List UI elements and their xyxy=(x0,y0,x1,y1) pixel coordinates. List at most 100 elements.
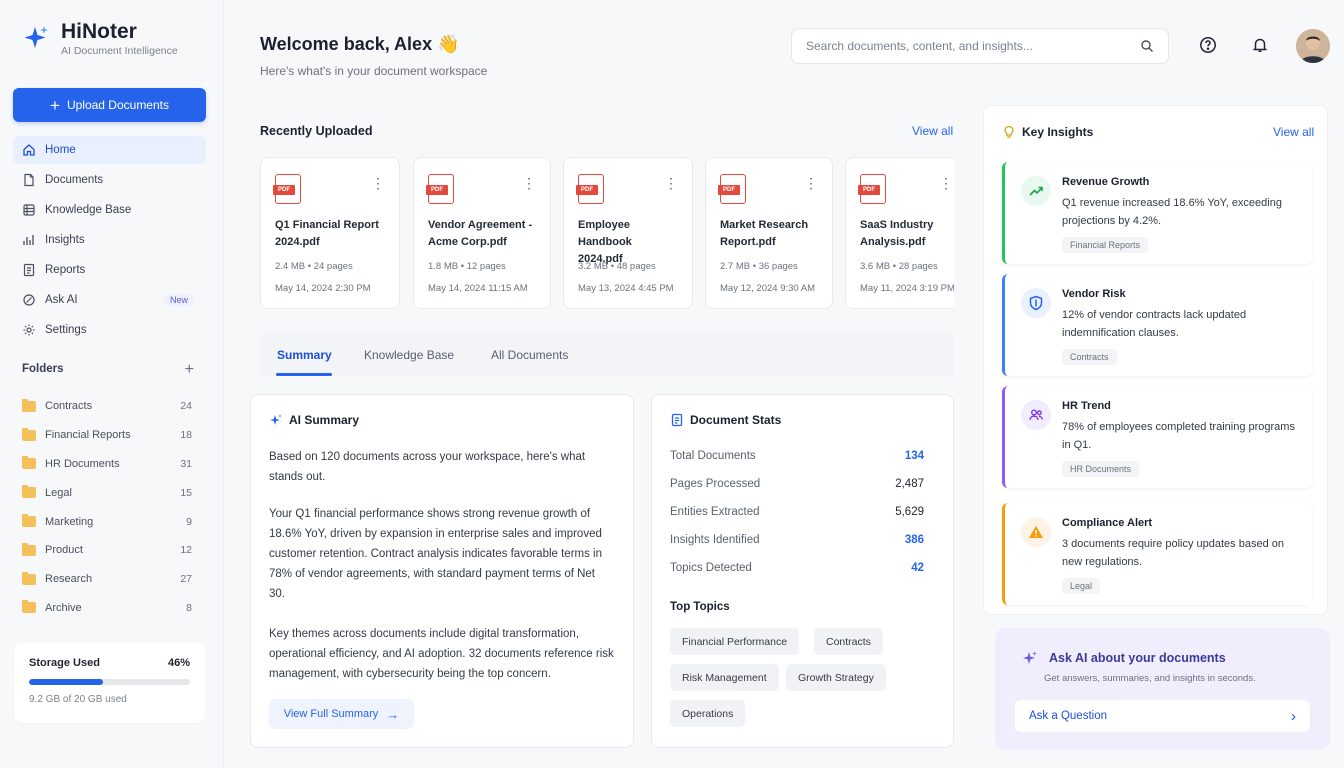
sidebar-item-reports[interactable]: Reports xyxy=(13,256,206,284)
brand[interactable]: HiNoter AI Document Intelligence xyxy=(22,20,178,57)
folder-item[interactable]: Legal 15 xyxy=(22,478,192,507)
stat-row: Pages Processed 2,487 xyxy=(670,478,924,490)
folder-count: 8 xyxy=(186,601,192,614)
folder-icon xyxy=(22,542,36,556)
stat-row: Total Documents 134 xyxy=(670,450,924,462)
recent-view-all-link[interactable]: View all xyxy=(912,124,953,138)
topic-chip[interactable]: Growth Strategy xyxy=(786,664,886,691)
avatar[interactable] xyxy=(1296,29,1330,63)
brand-tagline: AI Document Intelligence xyxy=(61,45,178,57)
insight-body: Q1 revenue increased 18.6% YoY, exceedin… xyxy=(1062,197,1282,227)
document-meta: 3.2 MB • 48 pages xyxy=(578,261,656,272)
folder-item[interactable]: Research 27 xyxy=(22,565,192,594)
sidebar-item-home[interactable]: Home xyxy=(13,136,206,164)
plus-icon: + xyxy=(50,95,60,115)
document-card[interactable]: PDF ⋮ Employee Handbook 2024.pdf 3.2 MB … xyxy=(563,157,693,309)
report-icon xyxy=(23,263,35,277)
search-input[interactable]: Search documents, content, and insights.… xyxy=(791,28,1169,64)
lightbulb-icon xyxy=(1004,125,1014,138)
folder-item[interactable]: Contracts 24 xyxy=(22,392,192,421)
more-options-icon[interactable]: ⋮ xyxy=(522,176,536,190)
sidebar-item-knowledge-base[interactable]: Knowledge Base xyxy=(13,196,206,224)
user-avatar-icon xyxy=(1296,29,1330,63)
insight-card-hr-trend[interactable]: HR Trend 78% of employees completed trai… xyxy=(1002,386,1312,488)
topic-chip[interactable]: Operations xyxy=(670,700,746,727)
folder-name: Marketing xyxy=(45,515,94,528)
sidebar-item-documents[interactable]: Documents xyxy=(13,166,206,194)
folder-name: Financial Reports xyxy=(45,429,131,442)
document-date: May 14, 2024 11:15 AM xyxy=(428,283,528,294)
add-folder-icon[interactable]: + xyxy=(185,362,194,378)
search-icon xyxy=(1141,40,1153,52)
folder-item[interactable]: Product 12 xyxy=(22,536,192,565)
document-card[interactable]: PDF ⋮ Q1 Financial Report 2024.pdf 2.4 M… xyxy=(260,157,400,309)
pdf-file-icon: PDF xyxy=(718,174,746,204)
insight-card-compliance-alert[interactable]: Compliance Alert 3 documents require pol… xyxy=(1002,503,1312,605)
folder-count: 18 xyxy=(180,429,192,442)
sidebar-item-insights[interactable]: Insights xyxy=(13,226,206,254)
bell-icon[interactable] xyxy=(1251,36,1269,54)
sidebar-item-ask-ai[interactable]: Ask AI New xyxy=(13,286,206,314)
folder-count: 15 xyxy=(180,486,192,499)
insight-body: 78% of employees completed training prog… xyxy=(1062,421,1295,451)
view-full-summary-label: View Full Summary xyxy=(283,708,379,720)
folder-icon xyxy=(22,571,36,585)
stat-label: Entities Extracted xyxy=(670,506,760,518)
ask-ai-icon xyxy=(23,294,35,306)
topic-chip[interactable]: Financial Performance xyxy=(670,628,800,655)
folder-item[interactable]: Marketing 9 xyxy=(22,507,192,536)
document-meta: 1.8 MB • 12 pages xyxy=(428,261,506,272)
gear-icon xyxy=(23,324,35,336)
document-card[interactable]: PDF ⋮ Vendor Agreement - Acme Corp.pdf 1… xyxy=(413,157,551,309)
sidebar-item-settings[interactable]: Settings xyxy=(13,316,206,344)
stat-label: Total Documents xyxy=(670,450,756,462)
topic-chip[interactable]: Contracts xyxy=(814,628,883,655)
document-card[interactable]: PDF ⋮ SaaS Industry Analysis.pdf 3.6 MB … xyxy=(845,157,954,309)
pdf-file-icon: PDF xyxy=(858,174,886,204)
folder-icon xyxy=(22,456,36,470)
insight-tag: Financial Reports xyxy=(1062,237,1149,253)
sidebar-nav: Home Documents Knowledge Base Insights R… xyxy=(13,136,206,346)
stat-value[interactable]: 134 xyxy=(905,450,924,462)
more-options-icon[interactable]: ⋮ xyxy=(664,176,678,190)
storage-detail: 9.2 GB of 20 GB used xyxy=(29,694,127,705)
more-options-icon[interactable]: ⋮ xyxy=(804,176,818,190)
folder-count: 31 xyxy=(180,457,192,470)
stat-value[interactable]: 42 xyxy=(911,562,924,574)
folder-item[interactable]: HR Documents 31 xyxy=(22,450,192,479)
upload-documents-button[interactable]: + Upload Documents xyxy=(13,88,206,122)
folder-count: 24 xyxy=(180,400,192,413)
document-card[interactable]: PDF ⋮ Market Research Report.pdf 2.7 MB … xyxy=(705,157,833,309)
search-placeholder: Search documents, content, and insights.… xyxy=(806,39,1033,53)
storage-percent: 46% xyxy=(167,657,190,669)
stat-value[interactable]: 386 xyxy=(905,534,924,546)
folder-item[interactable]: Archive 8 xyxy=(22,594,192,623)
folder-item[interactable]: Financial Reports 18 xyxy=(22,421,192,450)
view-full-summary-button[interactable]: View Full Summary → xyxy=(269,699,414,729)
folder-count: 12 xyxy=(180,544,192,557)
help-icon[interactable] xyxy=(1199,36,1217,54)
active-tab-indicator xyxy=(276,373,332,376)
document-date: May 12, 2024 9:30 AM xyxy=(720,283,816,294)
insight-body: 12% of vendor contracts lack updated ind… xyxy=(1062,309,1247,339)
topic-chip[interactable]: Risk Management xyxy=(670,664,779,691)
upload-label: Upload Documents xyxy=(66,98,169,112)
insight-card-revenue-growth[interactable]: Revenue Growth Q1 revenue increased 18.6… xyxy=(1002,162,1312,264)
tab-knowledge-base[interactable]: Knowledge Base xyxy=(364,348,454,362)
sidebar-item-label: Home xyxy=(45,144,76,156)
warning-icon xyxy=(1021,517,1051,547)
insight-tag: Legal xyxy=(1062,578,1101,594)
more-options-icon[interactable]: ⋮ xyxy=(939,176,953,190)
tab-all-documents[interactable]: All Documents xyxy=(491,348,568,362)
ask-a-question-button[interactable]: Ask a Question › xyxy=(1015,700,1310,732)
more-options-icon[interactable]: ⋮ xyxy=(371,176,385,190)
insight-card-vendor-risk[interactable]: Vendor Risk 12% of vendor contracts lack… xyxy=(1002,274,1312,376)
ask-ai-panel: Ask AI about your documents Get answers,… xyxy=(995,628,1330,750)
insights-view-all-link[interactable]: View all xyxy=(1273,125,1314,139)
storage-progress-bar xyxy=(29,679,190,685)
tab-summary[interactable]: Summary xyxy=(277,348,332,362)
folder-icon xyxy=(22,485,36,499)
document-date: May 11, 2024 3:19 PM xyxy=(860,283,954,294)
stat-row: Insights Identified 386 xyxy=(670,534,924,546)
pdf-file-icon: PDF xyxy=(273,174,301,204)
